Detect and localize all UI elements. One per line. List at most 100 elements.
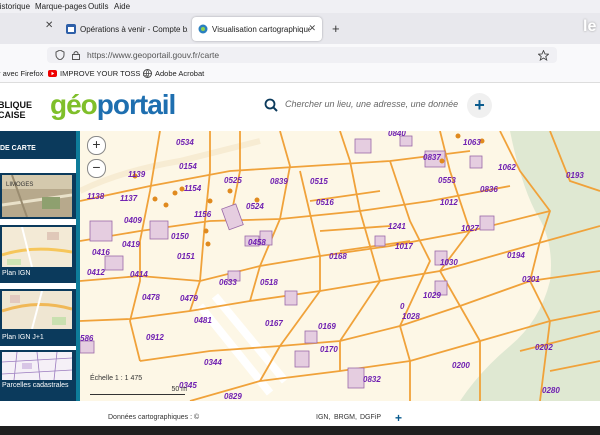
parcel-label: 1137 <box>120 194 138 203</box>
parcel-label: 0525 <box>224 176 242 185</box>
parcel-label: 0202 <box>535 343 553 352</box>
parcel-label: 0167 <box>265 319 283 328</box>
parcel-label: 1030 <box>440 258 458 267</box>
parcel-label: 0200 <box>452 361 470 370</box>
globe-icon <box>143 69 152 78</box>
parcel-label: 0344 <box>204 358 222 367</box>
sidebar-title: DE CARTE <box>0 131 76 159</box>
parcel-label: 0280 <box>542 386 560 395</box>
parcel-label: 0912 <box>146 333 164 342</box>
layer-parcelles-cadastrales[interactable]: Parcelles cadastrales <box>0 350 76 401</box>
parcel-label: 0154 <box>179 162 197 171</box>
bookmark-adobe-acrobat[interactable]: Adobe Acrobat <box>155 69 204 78</box>
parcel-label: 1027 <box>461 224 479 233</box>
shield-icon[interactable] <box>55 50 65 60</box>
tab-operations[interactable]: Opérations à venir - Compte b... <box>60 17 190 41</box>
parcel-label: 0534 <box>176 138 194 147</box>
tab-geoportail[interactable]: Visualisation cartographique - ( ✕ <box>192 17 322 41</box>
overlay-letters: le <box>583 18 597 35</box>
parcel-label: 1063 <box>463 138 481 147</box>
parcel-label: 0201 <box>522 275 540 284</box>
parcel-label: 1029 <box>423 291 441 300</box>
search-box[interactable]: Chercher un lieu, une adresse, une donné… <box>262 93 502 118</box>
layer-plan-ign-j1[interactable]: Plan IGN J+1 <box>0 289 76 346</box>
map-footer: Données cartographiques : © IGN, BRGM, D… <box>80 411 600 425</box>
add-data-button[interactable]: + <box>467 93 492 118</box>
parcel-label: 0193 <box>566 171 584 180</box>
geoportail-logo[interactable]: géoportail <box>50 89 176 121</box>
tab-label: Visualisation cartographique - ( <box>212 24 310 34</box>
parcel-label: 0151 <box>177 252 195 261</box>
bookmark-star-icon[interactable] <box>538 50 549 61</box>
close-tab-icon[interactable]: ✕ <box>308 23 316 34</box>
address-bar[interactable]: https://www.geoportail.gouv.fr/carte <box>47 47 557 63</box>
map-scale: Échelle 1 : 1 475 50 m <box>90 375 187 395</box>
menu-item-aide[interactable]: Aide <box>114 2 130 11</box>
menu-item-historique[interactable]: listorique <box>0 2 30 11</box>
parcel-label: 0553 <box>438 176 456 185</box>
parcel-label: 0409 <box>124 216 142 225</box>
parcel-label: 0836 <box>480 185 498 194</box>
zoom-in-button[interactable]: + <box>87 136 106 155</box>
parcel-label: 0458 <box>248 238 266 247</box>
parcel-label: 0478 <box>142 293 160 302</box>
parcel-label: 1012 <box>440 198 458 207</box>
menu-item-outils[interactable]: Outils <box>88 2 108 11</box>
road <box>196 293 289 396</box>
parcel-label: 1028 <box>402 312 420 321</box>
parcel-label: 0170 <box>320 345 338 354</box>
layer-thumbnail <box>2 352 72 380</box>
os-taskbar <box>0 426 600 435</box>
bookmark-improve-toss[interactable]: IMPROVE YOUR TOSS ... <box>60 69 149 78</box>
browser-menu-bar: listorique Marque-pages Outils Aide <box>0 0 600 13</box>
parcel-label: 0515 <box>310 177 328 186</box>
site-header: BLIQUE CAISE géoportail Chercher un lieu… <box>0 83 600 130</box>
credits-label: Données cartographiques : © <box>108 414 200 421</box>
parcel-label: 0412 <box>87 268 105 277</box>
layer-thumbnail <box>2 227 72 267</box>
layer-thumbnail: LIMOGES <box>2 175 72 217</box>
parcel-label: 0 <box>400 302 405 311</box>
parcel-label: 0168 <box>329 252 347 261</box>
scale-text: Échelle 1 : 1 475 <box>90 375 143 382</box>
parcel-label: 1241 <box>388 222 406 231</box>
parcel-label: 0840 <box>388 131 406 138</box>
parcel-label: 0194 <box>507 251 525 260</box>
map-layers-sidebar: DE CARTE LIMOGES Plan IGN Plan IGN J+1 P… <box>0 131 80 401</box>
cadastral-map[interactable]: 0534 0154 1139 0525 0839 0515 1154 1137 … <box>80 131 600 401</box>
close-icon[interactable]: ✕ <box>45 20 53 31</box>
parcel-label: 0481 <box>194 316 212 325</box>
layer-plan-ign[interactable]: Plan IGN <box>0 225 76 283</box>
parcel-label: 0829 <box>224 392 242 401</box>
search-icon[interactable] <box>264 98 278 112</box>
parcel-label: 0169 <box>318 322 336 331</box>
zoom-out-button[interactable]: − <box>87 159 106 178</box>
scale-bar: 50 m <box>90 386 187 395</box>
parcel-label: 0150 <box>171 232 189 241</box>
menu-item-marque-pages[interactable]: Marque-pages <box>35 2 87 11</box>
parcel-label: 0419 <box>122 240 140 249</box>
bookmarks-bar: r avec Firefox IMPROVE YOUR TOSS ... Ado… <box>0 66 600 83</box>
parcel-label: 0414 <box>130 270 148 279</box>
browser-nav-bar: https://www.geoportail.gouv.fr/carte <box>0 44 600 66</box>
parcel-label: 0832 <box>363 375 381 384</box>
parcel-label: 0524 <box>246 202 264 211</box>
geoportail-favicon-icon <box>198 24 208 34</box>
browser-tab-strip: ✕ Opérations à venir - Compte b... Visua… <box>0 13 600 44</box>
parcel-label: 586 <box>80 334 94 343</box>
parcel-label: 1062 <box>498 163 516 172</box>
credits-more-button[interactable]: + <box>395 411 402 425</box>
republic-mark: BLIQUE CAISE <box>0 100 33 120</box>
layer-thumbnail <box>2 291 72 329</box>
search-input[interactable]: Chercher un lieu, une adresse, une donné… <box>285 99 458 109</box>
layer-photo[interactable]: LIMOGES <box>0 173 76 219</box>
credit-ign[interactable]: IGN, <box>316 414 330 421</box>
parcel-label: 1017 <box>395 242 413 251</box>
credit-brgm[interactable]: BRGM, <box>334 414 357 421</box>
map-canvas[interactable]: 0534 0154 1139 0525 0839 0515 1154 1137 … <box>80 131 600 401</box>
new-tab-button[interactable]: + <box>332 21 340 36</box>
bookmark-firefox[interactable]: r avec Firefox <box>0 69 43 78</box>
parcel-label: 1156 <box>194 210 212 219</box>
lock-icon[interactable] <box>71 50 81 60</box>
credit-dgfip[interactable]: DGFiP <box>360 414 381 421</box>
